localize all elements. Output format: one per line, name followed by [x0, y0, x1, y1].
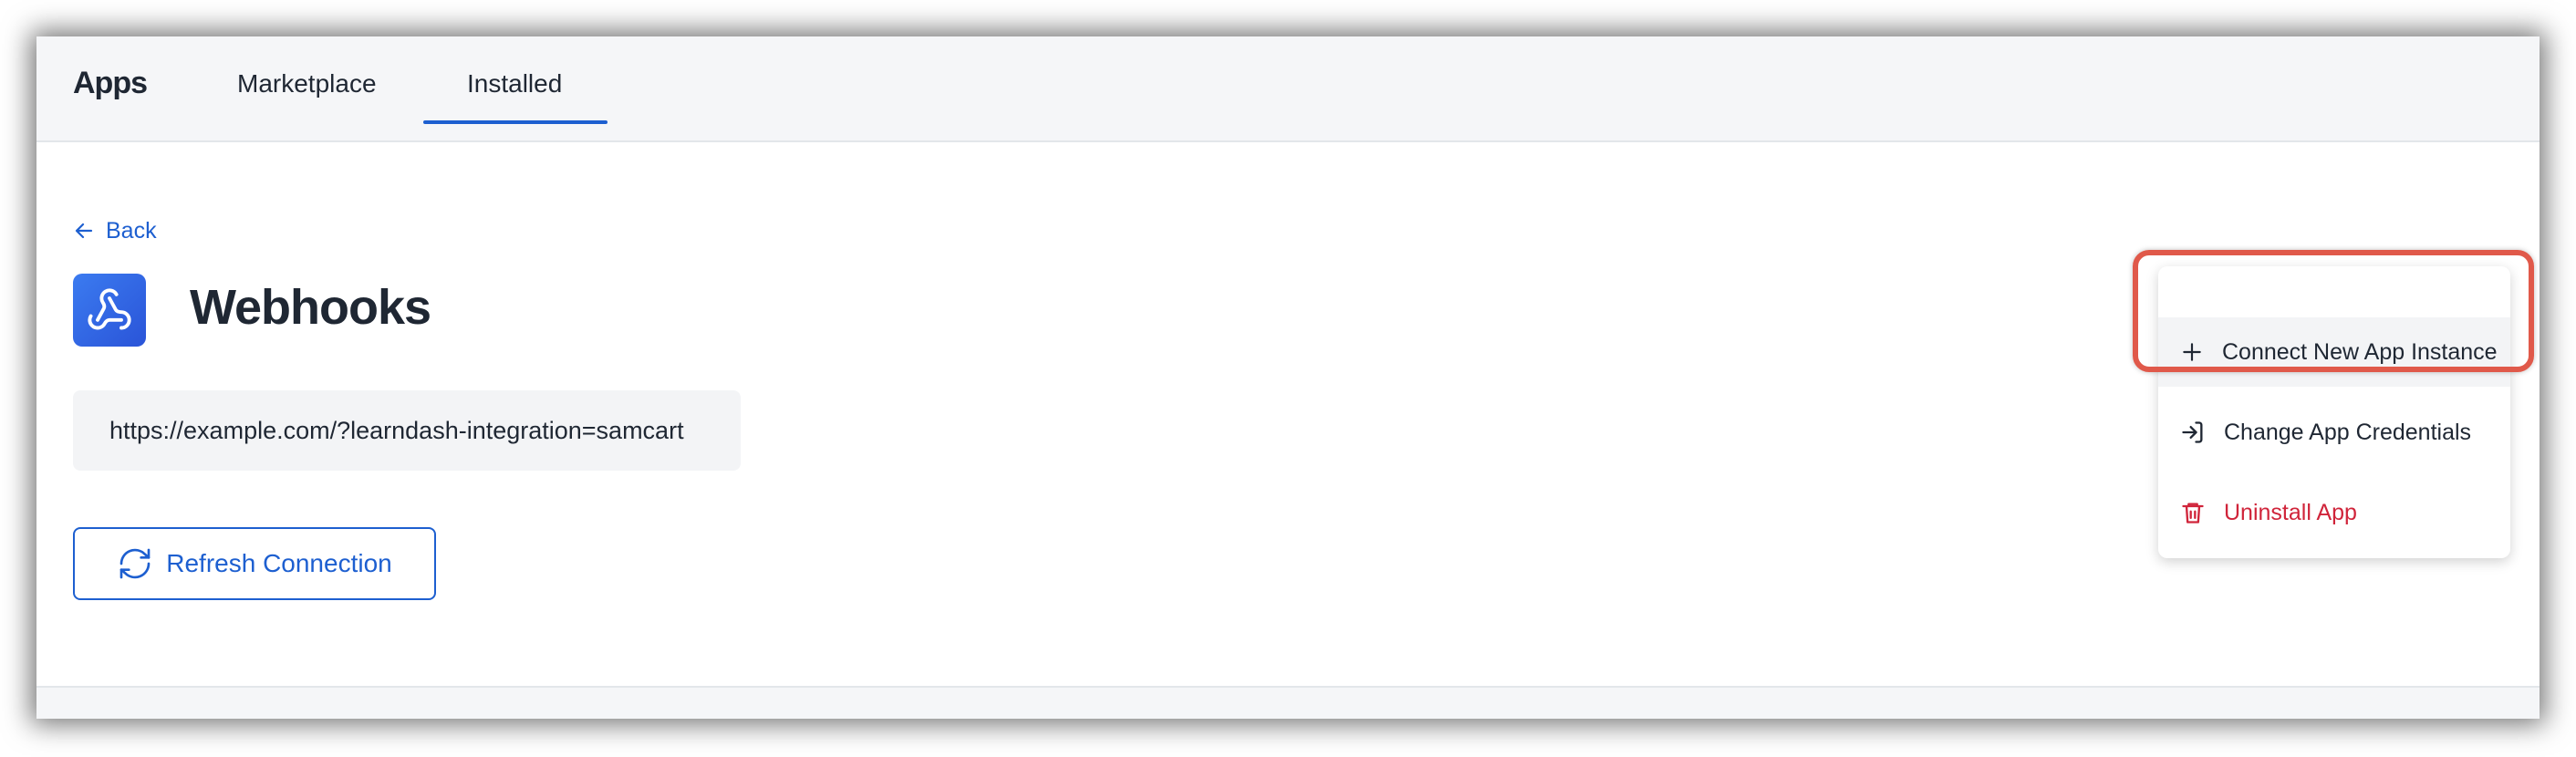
- menu-item-uninstall-app[interactable]: Uninstall App: [2158, 478, 2510, 547]
- tab-marketplace[interactable]: Marketplace: [237, 69, 377, 99]
- refresh-connection-button[interactable]: Refresh Connection: [73, 527, 436, 600]
- menu-item-change-credentials[interactable]: Change App Credentials: [2158, 398, 2510, 467]
- arrow-left-icon: [73, 220, 95, 242]
- login-arrow-icon: [2180, 420, 2206, 445]
- bottom-bar: [36, 686, 2540, 719]
- brand-title: Apps: [73, 66, 148, 100]
- tab-installed[interactable]: Installed: [467, 69, 562, 99]
- menu-item-label: Connect New App Instance: [2222, 338, 2498, 365]
- active-tab-indicator: [423, 120, 608, 124]
- page-title: Webhooks: [190, 280, 431, 335]
- webhook-url-field[interactable]: https://example.com/?learndash-integrati…: [73, 390, 741, 471]
- refresh-icon: [117, 545, 153, 582]
- menu-item-label: Uninstall App: [2224, 499, 2357, 525]
- webhook-icon: [73, 274, 146, 347]
- menu-item-label: Change App Credentials: [2224, 419, 2472, 445]
- menu-item-connect-new-instance[interactable]: Connect New App Instance: [2158, 317, 2510, 387]
- back-link[interactable]: Back: [73, 215, 157, 246]
- trash-icon: [2180, 500, 2206, 525]
- refresh-label: Refresh Connection: [166, 549, 392, 577]
- back-label: Back: [106, 217, 157, 244]
- app-actions-menu: Connect New App Instance Change App Cred…: [2158, 266, 2510, 558]
- top-header: Apps Marketplace Installed: [36, 36, 2540, 142]
- app-window: Apps Marketplace Installed Back Webhooks…: [36, 36, 2540, 719]
- plus-icon: [2180, 340, 2204, 364]
